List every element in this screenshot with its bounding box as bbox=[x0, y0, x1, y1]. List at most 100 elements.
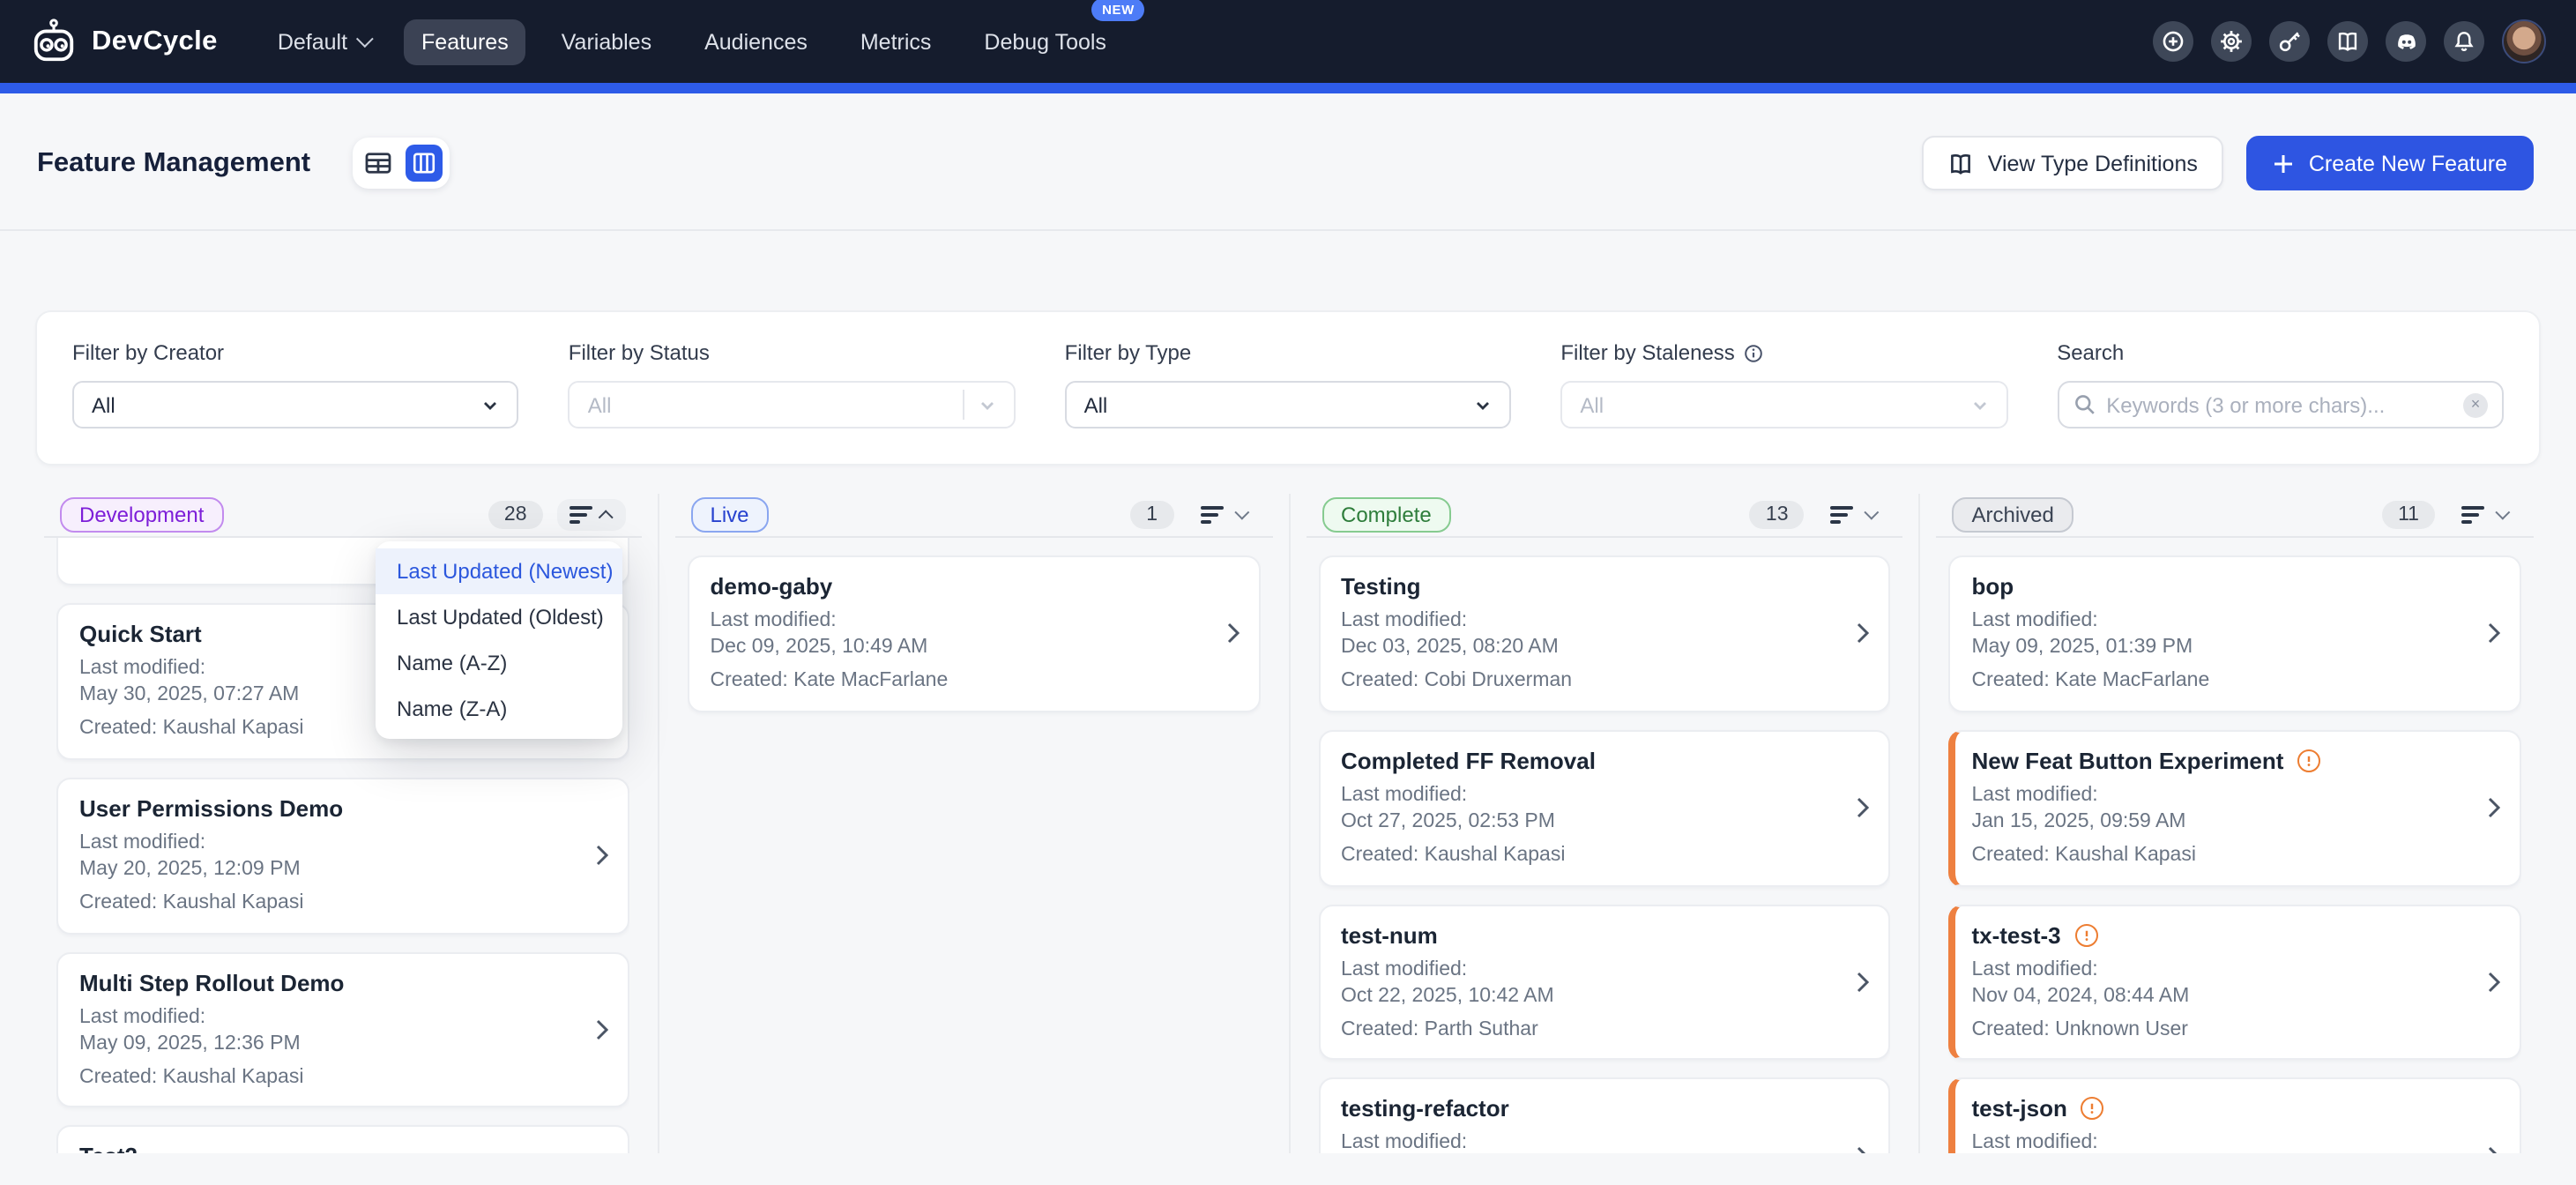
sort-option-newest[interactable]: Last Updated (Newest) bbox=[376, 548, 622, 594]
nav-item-features[interactable]: Features bbox=[404, 19, 526, 64]
created-by: Created: Unknown User bbox=[1972, 1017, 2468, 1043]
feature-card-stale[interactable]: test-json Last modified: Nov 04, 2024, 0… bbox=[1949, 1078, 2522, 1153]
view-toggle bbox=[353, 138, 450, 189]
feature-card[interactable]: Completed FF Removal Last modified: Oct … bbox=[1318, 730, 1891, 887]
column-archived-cards: bop Last modified: May 09, 2025, 01:39 P… bbox=[1949, 538, 2522, 1153]
filter-search: Search × bbox=[2057, 340, 2504, 429]
board-view-button[interactable] bbox=[406, 145, 443, 182]
status-badge: Development bbox=[60, 497, 223, 533]
last-modified-date: May 09, 2025, 01:39 PM bbox=[1972, 635, 2468, 661]
feature-card-stale[interactable]: tx-test-3 Last modified: Nov 04, 2024, 0… bbox=[1949, 904, 2522, 1061]
sort-option-oldest[interactable]: Last Updated (Oldest) bbox=[376, 594, 622, 640]
search-label: Search bbox=[2057, 340, 2504, 365]
docs-button[interactable] bbox=[2327, 21, 2368, 62]
add-new-button[interactable] bbox=[2153, 21, 2193, 62]
project-switcher[interactable]: Default bbox=[260, 19, 386, 64]
last-modified-date: Oct 22, 2025, 10:42 AM bbox=[1341, 983, 1836, 1010]
info-icon bbox=[1744, 343, 1763, 362]
devcycle-logo[interactable]: DevCycle bbox=[30, 18, 218, 65]
chevron-right-icon bbox=[596, 1019, 608, 1040]
filter-staleness-select[interactable]: All bbox=[1560, 381, 2007, 429]
view-type-definitions-button[interactable]: View Type Definitions bbox=[1923, 136, 2224, 190]
last-modified-label: Last modified: bbox=[1972, 1131, 2468, 1153]
sort-icon bbox=[1831, 506, 1854, 524]
sort-button[interactable] bbox=[1187, 499, 1256, 531]
sort-option-name-za[interactable]: Name (Z-A) bbox=[376, 686, 622, 732]
feature-name: New Feat Button Experiment bbox=[1972, 748, 2284, 774]
chevron-down-icon bbox=[1865, 505, 1880, 520]
last-modified-label: Last modified: bbox=[1341, 783, 1836, 809]
sort-icon bbox=[2461, 506, 2484, 524]
filter-staleness: Filter by Staleness All bbox=[1560, 340, 2007, 429]
sort-menu: Last Updated (Newest) Last Updated (Olde… bbox=[376, 541, 622, 739]
feature-card[interactable]: Testing Last modified: Dec 03, 2025, 08:… bbox=[1318, 555, 1891, 712]
notifications-button[interactable] bbox=[2444, 21, 2484, 62]
last-modified-label: Last modified: bbox=[79, 831, 575, 857]
nav-item-debug-tools[interactable]: Debug Tools NEW bbox=[966, 19, 1124, 64]
column-complete: Complete 13 Testing Last modified: Dec 0… bbox=[1306, 494, 1903, 1153]
feature-card-stale[interactable]: New Feat Button Experiment Last modified… bbox=[1949, 730, 2522, 887]
filter-type-select[interactable]: All bbox=[1065, 381, 1512, 429]
feature-card[interactable]: demo-gaby Last modified: Dec 09, 2025, 1… bbox=[688, 555, 1261, 712]
nav-actions bbox=[2153, 19, 2546, 63]
nav-item-variables[interactable]: Variables bbox=[544, 19, 669, 64]
user-avatar[interactable] bbox=[2502, 19, 2546, 63]
chevron-down-icon bbox=[979, 396, 996, 414]
feature-card[interactable]: testing-refactor Last modified: May 22, … bbox=[1318, 1078, 1891, 1153]
chevron-right-icon bbox=[2488, 623, 2500, 645]
filter-creator-select[interactable]: All bbox=[72, 381, 519, 429]
last-modified-label: Last modified: bbox=[1341, 957, 1836, 983]
column-count: 11 bbox=[2382, 501, 2435, 529]
last-modified-date: Dec 03, 2025, 08:20 AM bbox=[1341, 635, 1836, 661]
create-new-feature-button[interactable]: Create New Feature bbox=[2247, 136, 2534, 190]
feature-name: Completed FF Removal bbox=[1341, 748, 1836, 774]
feature-card[interactable]: bop Last modified: May 09, 2025, 01:39 P… bbox=[1949, 555, 2522, 712]
column-archived-header: Archived 11 bbox=[1949, 494, 2522, 536]
column-complete-header: Complete 13 bbox=[1318, 494, 1891, 536]
nav-item-metrics[interactable]: Metrics bbox=[843, 19, 949, 64]
feature-board: Development 28 Last Updated (Newest) Las… bbox=[44, 494, 2534, 1153]
chevron-up-icon bbox=[598, 510, 613, 525]
discord-button[interactable] bbox=[2386, 21, 2426, 62]
chevron-down-icon bbox=[1233, 505, 1248, 520]
clear-search-icon[interactable]: × bbox=[2463, 392, 2488, 417]
sort-button[interactable] bbox=[1819, 499, 1887, 531]
divider bbox=[963, 390, 964, 420]
feature-card[interactable]: test-num Last modified: Oct 22, 2025, 10… bbox=[1318, 904, 1891, 1061]
column-development: Development 28 Last Updated (Newest) Las… bbox=[44, 494, 642, 1153]
sort-button[interactable] bbox=[2449, 499, 2518, 531]
table-view-button[interactable] bbox=[360, 145, 397, 182]
feature-card[interactable]: Multi Step Rollout Demo Last modified: M… bbox=[56, 951, 629, 1108]
api-keys-button[interactable] bbox=[2269, 21, 2310, 62]
feature-name: test-json bbox=[1972, 1096, 2067, 1122]
header-divider bbox=[0, 229, 2576, 231]
discord-icon bbox=[2394, 29, 2418, 54]
last-modified-label: Last modified: bbox=[1341, 1131, 1836, 1153]
filter-status: Filter by Status All bbox=[569, 340, 1016, 429]
last-modified-date: May 20, 2025, 12:09 PM bbox=[79, 857, 575, 883]
feature-name: Multi Step Rollout Demo bbox=[79, 969, 575, 995]
status-badge: Archived bbox=[1953, 497, 2073, 533]
chevron-down-icon bbox=[1970, 396, 1988, 414]
settings-button[interactable] bbox=[2211, 21, 2252, 62]
book-icon bbox=[2336, 30, 2359, 53]
nav-item-audiences[interactable]: Audiences bbox=[687, 19, 825, 64]
feature-name: demo-gaby bbox=[711, 573, 1206, 600]
search-box: × bbox=[2057, 381, 2504, 429]
chevron-right-icon bbox=[2488, 1146, 2500, 1153]
new-badge: NEW bbox=[1091, 0, 1145, 20]
feature-card[interactable]: Test2 Last modified: Nov 26, 2024, 08:13… bbox=[56, 1126, 629, 1153]
column-development-header: Development 28 bbox=[56, 494, 629, 536]
chevron-right-icon bbox=[1858, 972, 1870, 993]
feature-card[interactable]: User Permissions Demo Last modified: May… bbox=[56, 778, 629, 935]
chevron-right-icon bbox=[2488, 797, 2500, 818]
filter-staleness-label: Filter by Staleness bbox=[1560, 340, 2007, 365]
plus-icon bbox=[2274, 153, 2295, 174]
last-modified-date: Dec 09, 2025, 10:49 AM bbox=[711, 635, 1206, 661]
sort-option-name-az[interactable]: Name (A-Z) bbox=[376, 640, 622, 686]
sort-button[interactable] bbox=[557, 499, 626, 531]
column-live: Live 1 demo-gaby Last modified: Dec 09, … bbox=[675, 494, 1273, 1153]
filter-status-select[interactable]: All bbox=[569, 381, 1016, 429]
search-input[interactable] bbox=[2106, 392, 2453, 417]
feature-name: Testing bbox=[1341, 573, 1836, 600]
